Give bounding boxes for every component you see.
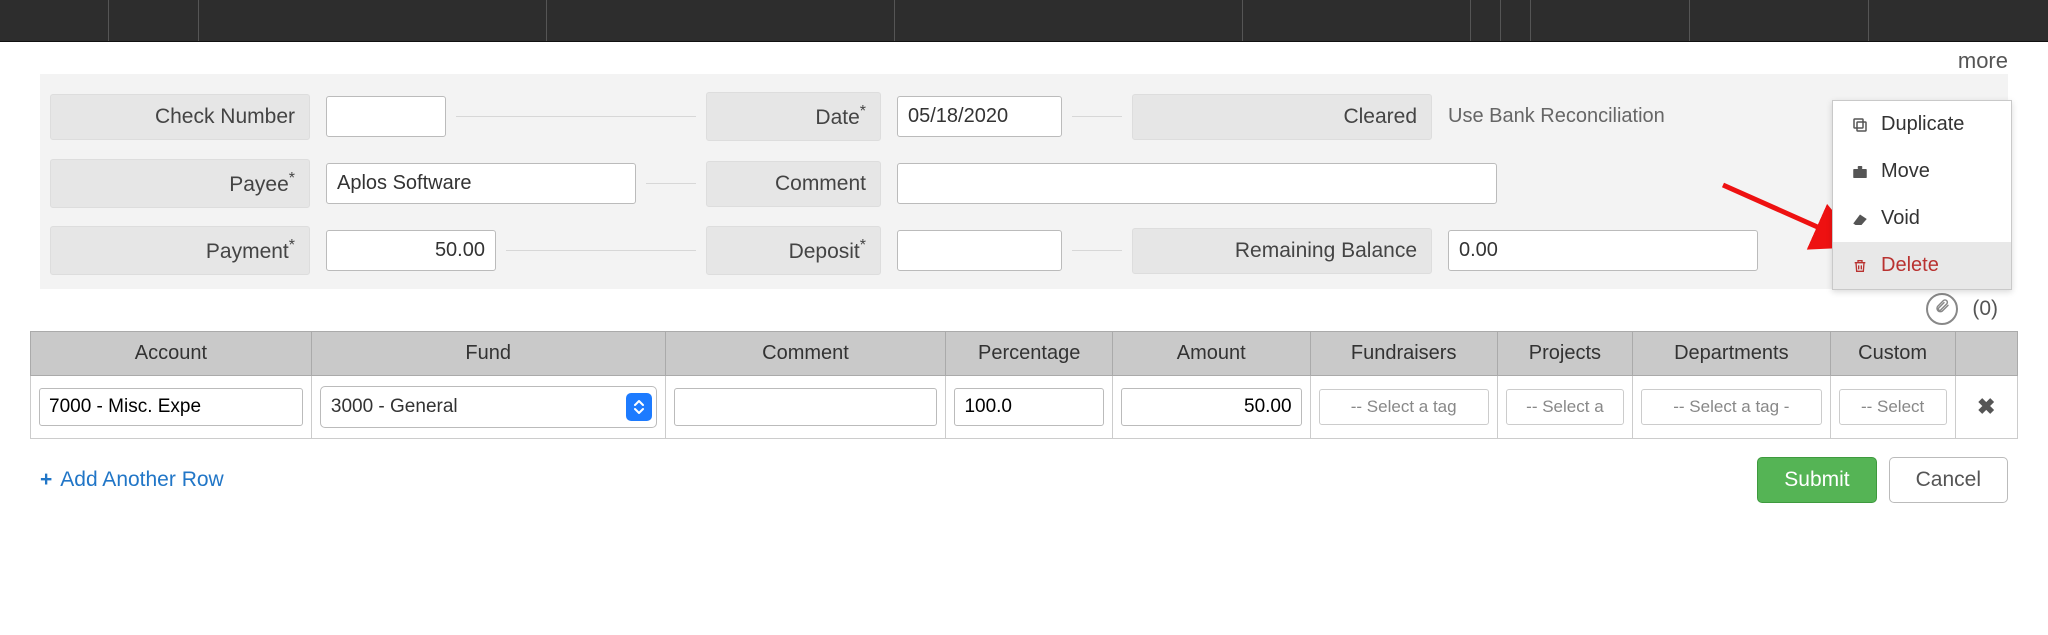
check-number-label: Check Number bbox=[50, 94, 310, 140]
payee-label: Payee* bbox=[50, 159, 310, 208]
more-link[interactable]: more bbox=[1958, 48, 2008, 73]
menu-duplicate-label: Duplicate bbox=[1881, 113, 1964, 136]
deposit-input[interactable] bbox=[897, 230, 1062, 271]
nav-cell[interactable] bbox=[1690, 0, 1869, 41]
col-percentage: Percentage bbox=[946, 332, 1112, 376]
comment-input[interactable] bbox=[897, 163, 1497, 204]
submit-button[interactable]: Submit bbox=[1757, 457, 1876, 503]
date-label: Date* bbox=[706, 92, 881, 141]
briefcase-icon bbox=[1849, 163, 1871, 181]
menu-delete[interactable]: Delete bbox=[1833, 242, 2011, 289]
line-items-table: Account Fund Comment Percentage Amount F… bbox=[30, 331, 2018, 439]
nav-cell[interactable] bbox=[109, 0, 198, 41]
nav-cell[interactable] bbox=[1869, 0, 2048, 41]
plus-icon: + bbox=[40, 468, 52, 492]
cleared-label: Cleared bbox=[1132, 94, 1432, 140]
row-projects-select[interactable]: -- Select a bbox=[1506, 389, 1624, 425]
col-comment: Comment bbox=[665, 332, 946, 376]
menu-duplicate[interactable]: Duplicate bbox=[1833, 101, 2011, 148]
nav-cell[interactable] bbox=[20, 0, 109, 41]
row-fundraisers-select[interactable]: -- Select a tag bbox=[1319, 389, 1489, 425]
nav-cell[interactable] bbox=[547, 0, 895, 41]
row-fund-select[interactable]: 3000 - General bbox=[320, 386, 657, 428]
table-row: 3000 - General -- Select a tag -- Select… bbox=[31, 376, 2018, 439]
top-nav-bar bbox=[0, 0, 2048, 42]
cancel-button[interactable]: Cancel bbox=[1889, 457, 2008, 503]
nav-cell[interactable] bbox=[1501, 0, 1531, 41]
row-fund-value: 3000 - General bbox=[331, 396, 458, 418]
nav-cell[interactable] bbox=[1243, 0, 1472, 41]
more-dropdown-menu: Duplicate Move Void Delete bbox=[1832, 100, 2012, 290]
row-percentage-input[interactable] bbox=[954, 388, 1103, 426]
menu-void[interactable]: Void bbox=[1833, 195, 2011, 242]
nav-cell[interactable] bbox=[199, 0, 547, 41]
remaining-balance-label: Remaining Balance bbox=[1132, 228, 1432, 274]
attachment-count: (0) bbox=[1972, 297, 1998, 320]
row-departments-select[interactable]: -- Select a tag - bbox=[1641, 389, 1822, 425]
col-fundraisers: Fundraisers bbox=[1310, 332, 1497, 376]
transaction-form-panel: Check Number Date* Cleared Use Bank Reco… bbox=[40, 74, 2008, 289]
menu-void-label: Void bbox=[1881, 207, 1920, 230]
add-row-button[interactable]: + Add Another Row bbox=[40, 468, 224, 492]
top-nav-cells bbox=[20, 0, 2048, 41]
check-number-input[interactable] bbox=[326, 96, 446, 137]
add-row-label: Add Another Row bbox=[60, 468, 223, 492]
menu-delete-label: Delete bbox=[1881, 254, 1939, 277]
col-amount: Amount bbox=[1112, 332, 1310, 376]
payee-input[interactable] bbox=[326, 163, 636, 204]
row-account-input[interactable] bbox=[39, 388, 303, 426]
menu-move[interactable]: Move bbox=[1833, 148, 2011, 195]
col-custom: Custom bbox=[1830, 332, 1955, 376]
col-departments: Departments bbox=[1633, 332, 1831, 376]
col-projects: Projects bbox=[1497, 332, 1632, 376]
nav-cell[interactable] bbox=[895, 0, 1243, 41]
payment-label: Payment* bbox=[50, 226, 310, 275]
nav-cell[interactable] bbox=[1471, 0, 1501, 41]
cleared-hint: Use Bank Reconciliation bbox=[1448, 105, 1665, 128]
comment-label: Comment bbox=[706, 161, 881, 207]
col-account: Account bbox=[31, 332, 312, 376]
select-stepper-icon bbox=[626, 393, 652, 421]
date-input[interactable] bbox=[897, 96, 1062, 137]
duplicate-icon bbox=[1849, 116, 1871, 134]
menu-move-label: Move bbox=[1881, 160, 1930, 183]
trash-icon bbox=[1849, 257, 1871, 275]
row-remove-button[interactable]: ✖ bbox=[1977, 394, 1995, 419]
eraser-icon bbox=[1849, 211, 1871, 227]
nav-cell[interactable] bbox=[1531, 0, 1690, 41]
row-amount-input[interactable] bbox=[1121, 388, 1302, 426]
remaining-balance-input[interactable] bbox=[1448, 230, 1758, 271]
attachment-button[interactable] bbox=[1926, 293, 1958, 325]
paperclip-icon bbox=[1934, 297, 1950, 321]
row-custom-select[interactable]: -- Select bbox=[1839, 389, 1947, 425]
col-fund: Fund bbox=[311, 332, 665, 376]
row-comment-input[interactable] bbox=[674, 388, 938, 426]
deposit-label: Deposit* bbox=[706, 226, 881, 275]
col-actions bbox=[1955, 332, 2017, 376]
payment-input[interactable] bbox=[326, 230, 496, 271]
